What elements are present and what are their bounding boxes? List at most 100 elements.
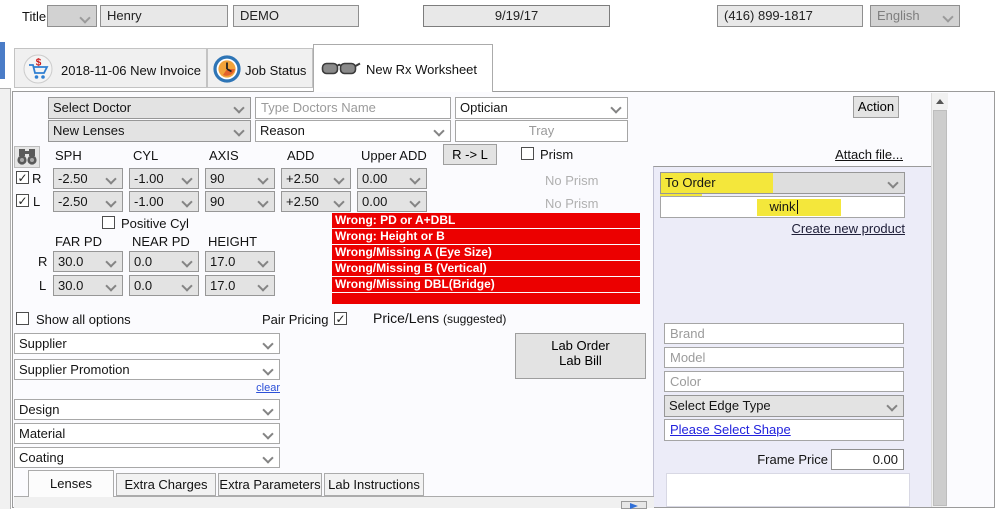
height-r-value: 17.0	[210, 254, 236, 269]
coating-dropdown[interactable]: Coating	[14, 447, 280, 468]
tab-label: Job Status	[245, 63, 307, 78]
near-pd-r-dropdown[interactable]: 0.0	[129, 251, 199, 272]
chevron-down-icon	[887, 177, 899, 189]
cyl-l-dropdown[interactable]: -1.00	[129, 191, 199, 212]
eye-l-checkbox[interactable]	[16, 194, 29, 207]
tab-new-invoice[interactable]: $ 2018-11-06 New Invoice	[14, 48, 207, 88]
cyl-l-value: -1.00	[134, 194, 164, 209]
supplier-value: Supplier	[19, 336, 67, 351]
near-pd-l-dropdown[interactable]: 0.0	[129, 275, 199, 296]
action-button[interactable]: Action	[853, 96, 899, 118]
product-status-dropdown[interactable]: To Order	[660, 172, 905, 194]
positive-cyl-checkbox[interactable]	[102, 216, 115, 229]
chevron-down-icon	[181, 280, 193, 292]
model-placeholder: Model	[670, 350, 706, 365]
r-to-l-button[interactable]: R -> L	[443, 144, 497, 165]
chevron-down-icon	[257, 256, 269, 268]
height-l-dropdown[interactable]: 17.0	[205, 275, 275, 296]
select-shape-link[interactable]: Please Select Shape	[670, 422, 791, 437]
tab-rx-worksheet[interactable]: New Rx Worksheet	[313, 44, 493, 92]
axis-l-value: 90	[210, 194, 225, 209]
cyl-r-value: -1.00	[134, 171, 164, 186]
chevron-down-icon	[181, 256, 193, 268]
height-r-dropdown[interactable]: 17.0	[205, 251, 275, 272]
chevron-down-icon	[333, 196, 345, 208]
scroll-up-button[interactable]	[932, 93, 948, 109]
create-new-product-link[interactable]: Create new product	[700, 221, 905, 236]
tab-job-status[interactable]: Job Status	[207, 48, 313, 88]
axis-l-dropdown[interactable]: 90	[205, 191, 275, 212]
lens-type-dropdown[interactable]: New Lenses	[48, 120, 251, 142]
reason-dropdown[interactable]: Reason	[255, 120, 451, 142]
tab-lab-instructions[interactable]: Lab Instructions	[324, 473, 424, 496]
search-binoculars-icon[interactable]	[14, 146, 40, 168]
select-doctor-dropdown[interactable]: Select Doctor	[48, 97, 251, 119]
left-edge-strip	[0, 88, 11, 509]
tab-extra-charges[interactable]: Extra Charges	[116, 473, 216, 496]
select-shape-box[interactable]: Please Select Shape	[664, 419, 904, 441]
first-name-field[interactable]: Henry	[100, 5, 228, 27]
far-pd-r-dropdown[interactable]: 30.0	[53, 251, 123, 272]
cyl-r-dropdown[interactable]: -1.00	[129, 168, 199, 189]
tab-lenses[interactable]: Lenses	[28, 470, 114, 497]
prism-checkbox[interactable]	[521, 147, 534, 160]
add-l-dropdown[interactable]: +2.50	[281, 191, 351, 212]
tab-extra-parameters[interactable]: Extra Parameters	[218, 473, 322, 496]
edge-type-dropdown[interactable]: Select Edge Type	[664, 395, 904, 417]
sph-l-dropdown[interactable]: -2.50	[53, 191, 123, 212]
add-r-dropdown[interactable]: +2.50	[281, 168, 351, 189]
vertical-scrollbar[interactable]	[931, 93, 948, 507]
eye-r-checkbox[interactable]	[16, 171, 29, 184]
brand-input[interactable]: Brand	[664, 323, 904, 344]
frame-price-input[interactable]: 0.00	[831, 449, 904, 470]
attach-file-link[interactable]: Attach file...	[793, 147, 903, 162]
chevron-down-icon	[105, 196, 117, 208]
pair-pricing-checkbox[interactable]	[334, 312, 347, 325]
upper-add-r-dropdown[interactable]: 0.00	[357, 168, 427, 189]
scrollbar-thumb[interactable]	[933, 110, 947, 506]
lab-order-line1: Lab Order	[551, 338, 610, 353]
eye-r-label: R	[32, 171, 42, 186]
last-name-field[interactable]: DEMO	[233, 5, 359, 27]
bottom-toolbar-button[interactable]	[621, 501, 647, 509]
product-search-input[interactable]: wink	[660, 196, 905, 218]
clock-icon	[213, 55, 241, 88]
lab-order-button[interactable]: Lab Order Lab Bill	[515, 333, 646, 379]
chevron-down-icon	[262, 404, 274, 416]
optician-dropdown[interactable]: Optician	[455, 97, 628, 119]
tray-input[interactable]: Tray	[455, 120, 628, 142]
no-prism-l-label: No Prism	[545, 196, 599, 211]
color-input[interactable]: Color	[664, 371, 904, 392]
header-far-pd: FAR PD	[55, 234, 102, 249]
phone-field[interactable]: (416) 899-1817	[717, 5, 863, 27]
date-field[interactable]: 9/19/17	[423, 5, 610, 27]
chevron-down-icon	[257, 280, 269, 292]
chevron-down-icon	[262, 338, 274, 350]
doctor-name-placeholder: Type Doctors Name	[261, 100, 376, 115]
doctor-name-input[interactable]: Type Doctors Name	[255, 97, 451, 119]
chevron-down-icon	[257, 196, 269, 208]
upper-add-l-dropdown[interactable]: 0.00	[357, 191, 427, 212]
clear-link[interactable]: clear	[180, 382, 280, 394]
pd-l-label: L	[39, 278, 47, 293]
title-select[interactable]	[47, 5, 97, 27]
design-dropdown[interactable]: Design	[14, 399, 280, 420]
add-r-value: +2.50	[286, 171, 319, 186]
far-pd-l-dropdown[interactable]: 30.0	[53, 275, 123, 296]
lab-order-line2: Lab Bill	[559, 353, 602, 368]
material-dropdown[interactable]: Material	[14, 423, 280, 444]
axis-r-dropdown[interactable]: 90	[205, 168, 275, 189]
header-sph: SPH	[55, 148, 82, 163]
show-all-options-checkbox[interactable]	[16, 312, 29, 325]
model-input[interactable]: Model	[664, 347, 904, 368]
design-value: Design	[19, 402, 60, 417]
tab-label: 2018-11-06 New Invoice	[61, 63, 201, 78]
supplier-dropdown[interactable]: Supplier	[14, 333, 280, 354]
error-bar: Wrong/Missing DBL(Bridge)	[332, 277, 640, 292]
error-bar-truncated	[332, 293, 640, 304]
supplier-promotion-dropdown[interactable]: Supplier Promotion	[14, 359, 280, 380]
chevron-down-icon	[105, 280, 117, 292]
sph-r-dropdown[interactable]: -2.50	[53, 168, 123, 189]
chevron-down-icon	[610, 102, 622, 114]
chevron-down-icon	[105, 256, 117, 268]
